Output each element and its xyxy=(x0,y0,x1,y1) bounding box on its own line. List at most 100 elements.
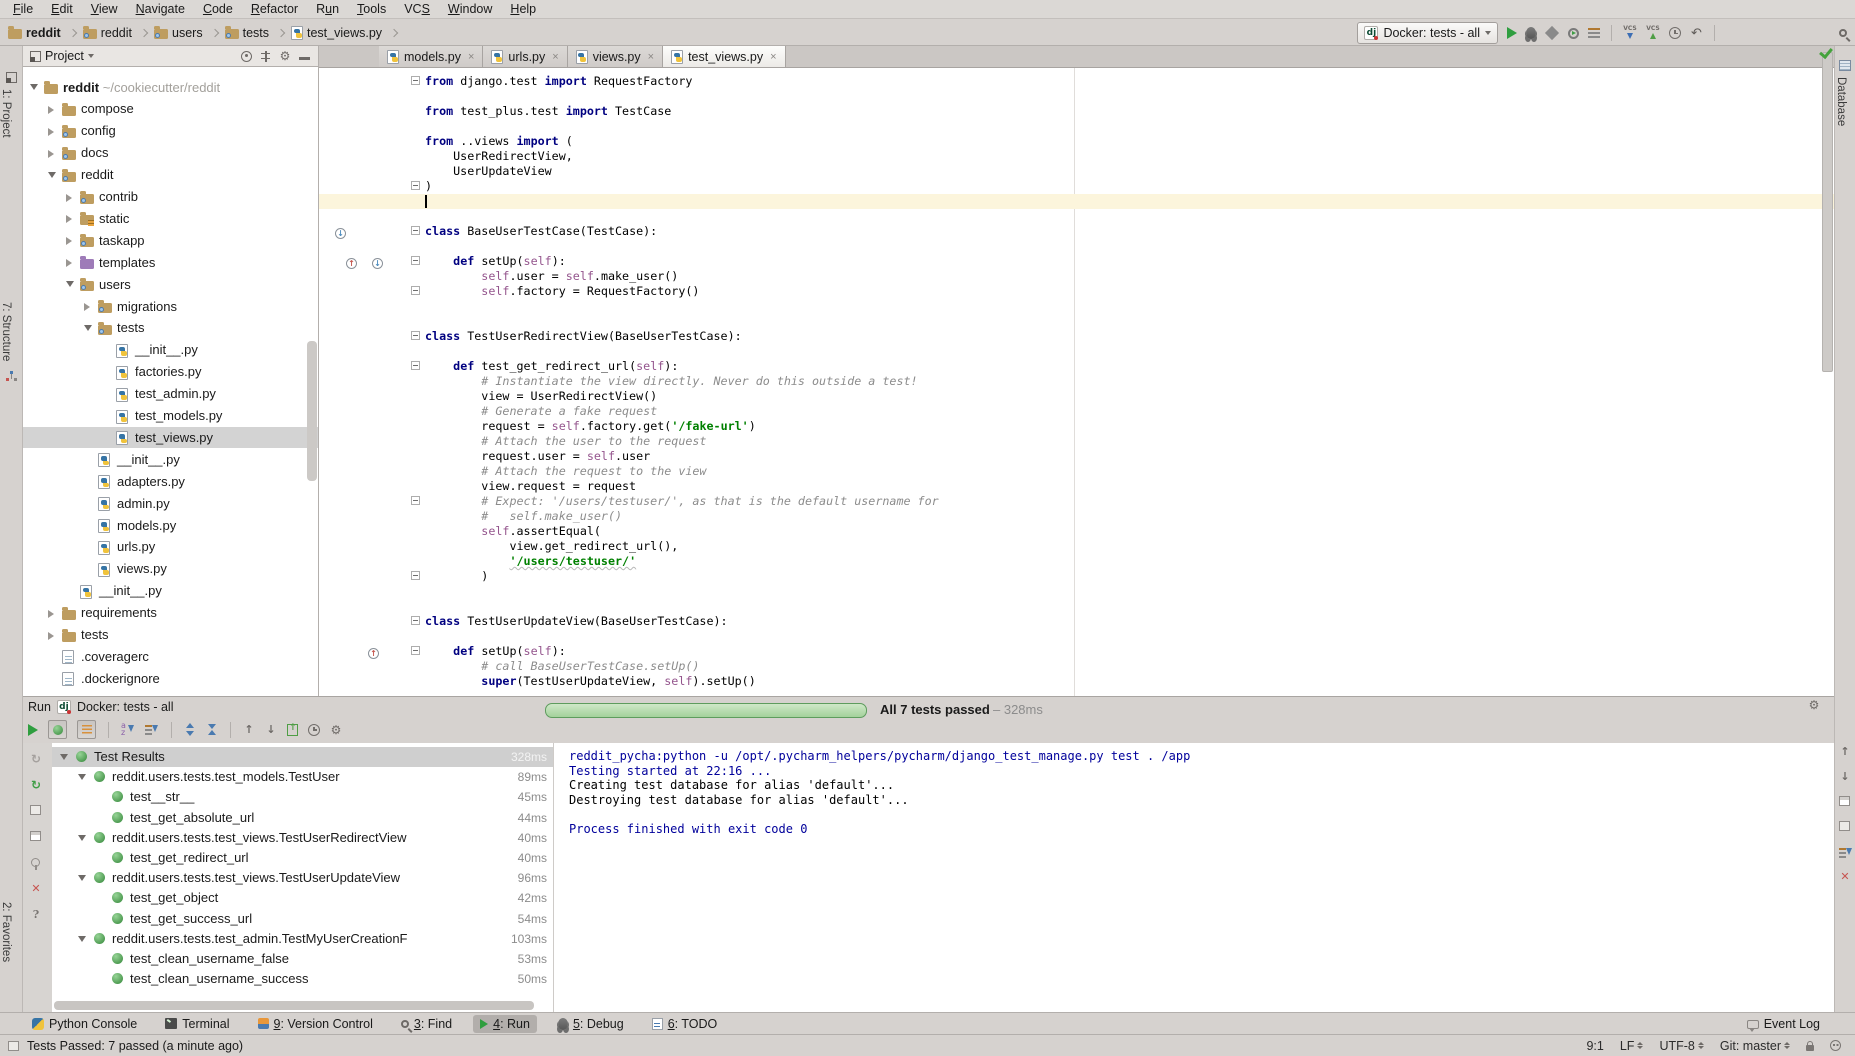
bug-icon[interactable] xyxy=(1526,27,1536,39)
tree-item-compose[interactable]: compose xyxy=(22,99,318,120)
editor-scrollbar[interactable] xyxy=(1822,52,1833,372)
tree-item-templates[interactable]: templates xyxy=(22,252,318,273)
lock-icon[interactable] xyxy=(1806,1045,1814,1051)
collapsed-arrow-icon[interactable] xyxy=(48,106,54,114)
menu-refactor[interactable]: Refactor xyxy=(242,2,307,16)
tree-item-reddit[interactable]: reddit ~/cookiecutter/reddit xyxy=(22,77,318,98)
fold-marker-icon[interactable] xyxy=(411,256,420,265)
menu-help[interactable]: Help xyxy=(501,2,545,16)
menu-edit[interactable]: Edit xyxy=(42,2,82,16)
clock-icon[interactable] xyxy=(1669,27,1681,39)
tree-item-__init__.py[interactable]: __init__.py xyxy=(22,340,318,361)
toolwindow-button-4-run[interactable]: 4: Run xyxy=(473,1015,537,1033)
test-row[interactable]: reddit.users.tests.test_admin.TestMyUser… xyxy=(52,929,553,949)
status-widget[interactable]: 9:1 xyxy=(1586,1039,1603,1053)
collapsed-arrow-icon[interactable] xyxy=(48,128,54,136)
face-icon[interactable] xyxy=(1830,1040,1841,1051)
tree-item-.dockerignore[interactable]: .dockerignore xyxy=(22,668,318,689)
status-widget[interactable]: UTF-8 xyxy=(1659,1039,1703,1053)
test-row[interactable]: test_get_success_url54ms xyxy=(52,909,553,929)
toolwindow-button-3-find[interactable]: 3: Find xyxy=(394,1015,459,1033)
test-row[interactable]: test__str__45ms xyxy=(52,787,553,807)
split-icon[interactable] xyxy=(260,51,271,62)
fold-marker-icon[interactable] xyxy=(411,646,420,655)
fold-marker-icon[interactable] xyxy=(411,76,420,85)
test-row[interactable]: reddit.users.tests.test_views.TestUserRe… xyxy=(52,828,553,848)
ovr-up-icon[interactable] xyxy=(346,258,357,269)
menu-code[interactable]: Code xyxy=(194,2,242,16)
tree-item-contrib[interactable]: contrib xyxy=(22,187,318,208)
collapsed-arrow-icon[interactable] xyxy=(48,632,54,640)
rerunfail-icon[interactable] xyxy=(30,753,42,765)
menu-view[interactable]: View xyxy=(82,2,127,16)
collapsed-arrow-icon[interactable] xyxy=(66,259,72,267)
sortaz-icon[interactable] xyxy=(121,723,135,736)
test-row[interactable]: reddit.users.tests.test_views.TestUserUp… xyxy=(52,868,553,888)
tree-item-test_admin.py[interactable]: test_admin.py xyxy=(22,384,318,405)
test-row[interactable]: test_get_absolute_url44ms xyxy=(52,808,553,828)
vcsdown-icon[interactable]: VCS xyxy=(1623,26,1637,41)
breadcrumb-item[interactable]: test_views.py xyxy=(291,26,382,40)
sidebar-item-structure[interactable]: 7: Structure xyxy=(0,302,22,361)
tree-item-tests[interactable]: tests xyxy=(22,318,318,339)
expanded-arrow-icon[interactable] xyxy=(30,84,38,90)
structtool-icon[interactable] xyxy=(6,371,17,382)
tree-item-factories.py[interactable]: factories.py xyxy=(22,362,318,383)
fold-marker-icon[interactable] xyxy=(411,496,420,505)
tree-item-test_models.py[interactable]: test_models.py xyxy=(22,406,318,427)
project-panel-title[interactable]: Project xyxy=(30,49,94,63)
toolwindow-button-5-debug[interactable]: 5: Debug xyxy=(551,1015,631,1033)
tree-item-requirements[interactable]: requirements xyxy=(22,603,318,624)
collapse-icon[interactable] xyxy=(206,723,218,736)
tab-views.py[interactable]: views.py× xyxy=(568,46,663,67)
fold-marker-icon[interactable] xyxy=(411,286,420,295)
frame-icon[interactable] xyxy=(1839,821,1850,831)
collapsed-arrow-icon[interactable] xyxy=(48,610,54,618)
tree-item-test_views.py[interactable]: test_views.py xyxy=(22,427,318,448)
rundash-icon[interactable] xyxy=(1588,28,1600,38)
tree-item-taskapp[interactable]: taskapp xyxy=(22,230,318,251)
dbtool-icon[interactable] xyxy=(1839,60,1851,71)
menu-vcs[interactable]: VCS xyxy=(395,2,439,16)
expand-icon[interactable] xyxy=(184,723,196,736)
play-icon[interactable] xyxy=(1507,27,1517,39)
undo-icon[interactable] xyxy=(1690,27,1703,40)
expanded-arrow-icon[interactable] xyxy=(60,754,68,760)
fold-marker-icon[interactable] xyxy=(411,571,420,580)
okball-toggle-button[interactable] xyxy=(48,720,67,739)
fold-marker-icon[interactable] xyxy=(411,361,420,370)
menu-run[interactable]: Run xyxy=(307,2,348,16)
sidebar-item-favorites[interactable]: 2: Favorites xyxy=(0,902,22,962)
tree-item-static[interactable]: static xyxy=(22,208,318,229)
tree-item-config[interactable]: config xyxy=(22,121,318,142)
coverage-icon[interactable] xyxy=(1545,26,1559,40)
ovr-down-icon[interactable] xyxy=(335,228,346,239)
test-tree-hscrollbar[interactable] xyxy=(54,1001,534,1010)
tree-item-models.py[interactable]: models.py xyxy=(22,515,318,536)
status-widget[interactable]: LF xyxy=(1620,1039,1644,1053)
tree-item-__init__.py[interactable]: __init__.py xyxy=(22,449,318,470)
menu-tools[interactable]: Tools xyxy=(348,2,395,16)
tab-close-icon[interactable]: × xyxy=(770,51,776,63)
collapsed-arrow-icon[interactable] xyxy=(66,237,72,245)
gear-icon[interactable] xyxy=(330,724,342,736)
breadcrumb-item[interactable]: tests xyxy=(225,26,269,40)
arrup-icon[interactable] xyxy=(1839,746,1851,758)
run-configuration-select[interactable]: djDocker: tests - all xyxy=(1357,22,1498,44)
expanded-arrow-icon[interactable] xyxy=(78,774,86,780)
locate-icon[interactable] xyxy=(241,51,252,62)
export-icon[interactable] xyxy=(287,724,298,736)
expanded-arrow-icon[interactable] xyxy=(78,835,86,841)
expanded-arrow-icon[interactable] xyxy=(66,281,74,287)
face-widget[interactable] xyxy=(1830,1040,1841,1051)
collapsed-arrow-icon[interactable] xyxy=(66,215,72,223)
arrdown-icon[interactable] xyxy=(265,724,277,736)
toolwindow-button-python-console[interactable]: Python Console xyxy=(25,1015,144,1033)
toolwindow-button-6-todo[interactable]: 6: TODO xyxy=(645,1015,725,1033)
rerun-button[interactable] xyxy=(28,724,38,736)
test-row[interactable]: Test Results328ms xyxy=(52,747,553,767)
collapsed-arrow-icon[interactable] xyxy=(48,150,54,158)
grid-icon[interactable] xyxy=(30,831,41,841)
sidebar-item-database[interactable]: Database xyxy=(1835,77,1855,126)
ovr-up-icon[interactable] xyxy=(368,648,379,659)
